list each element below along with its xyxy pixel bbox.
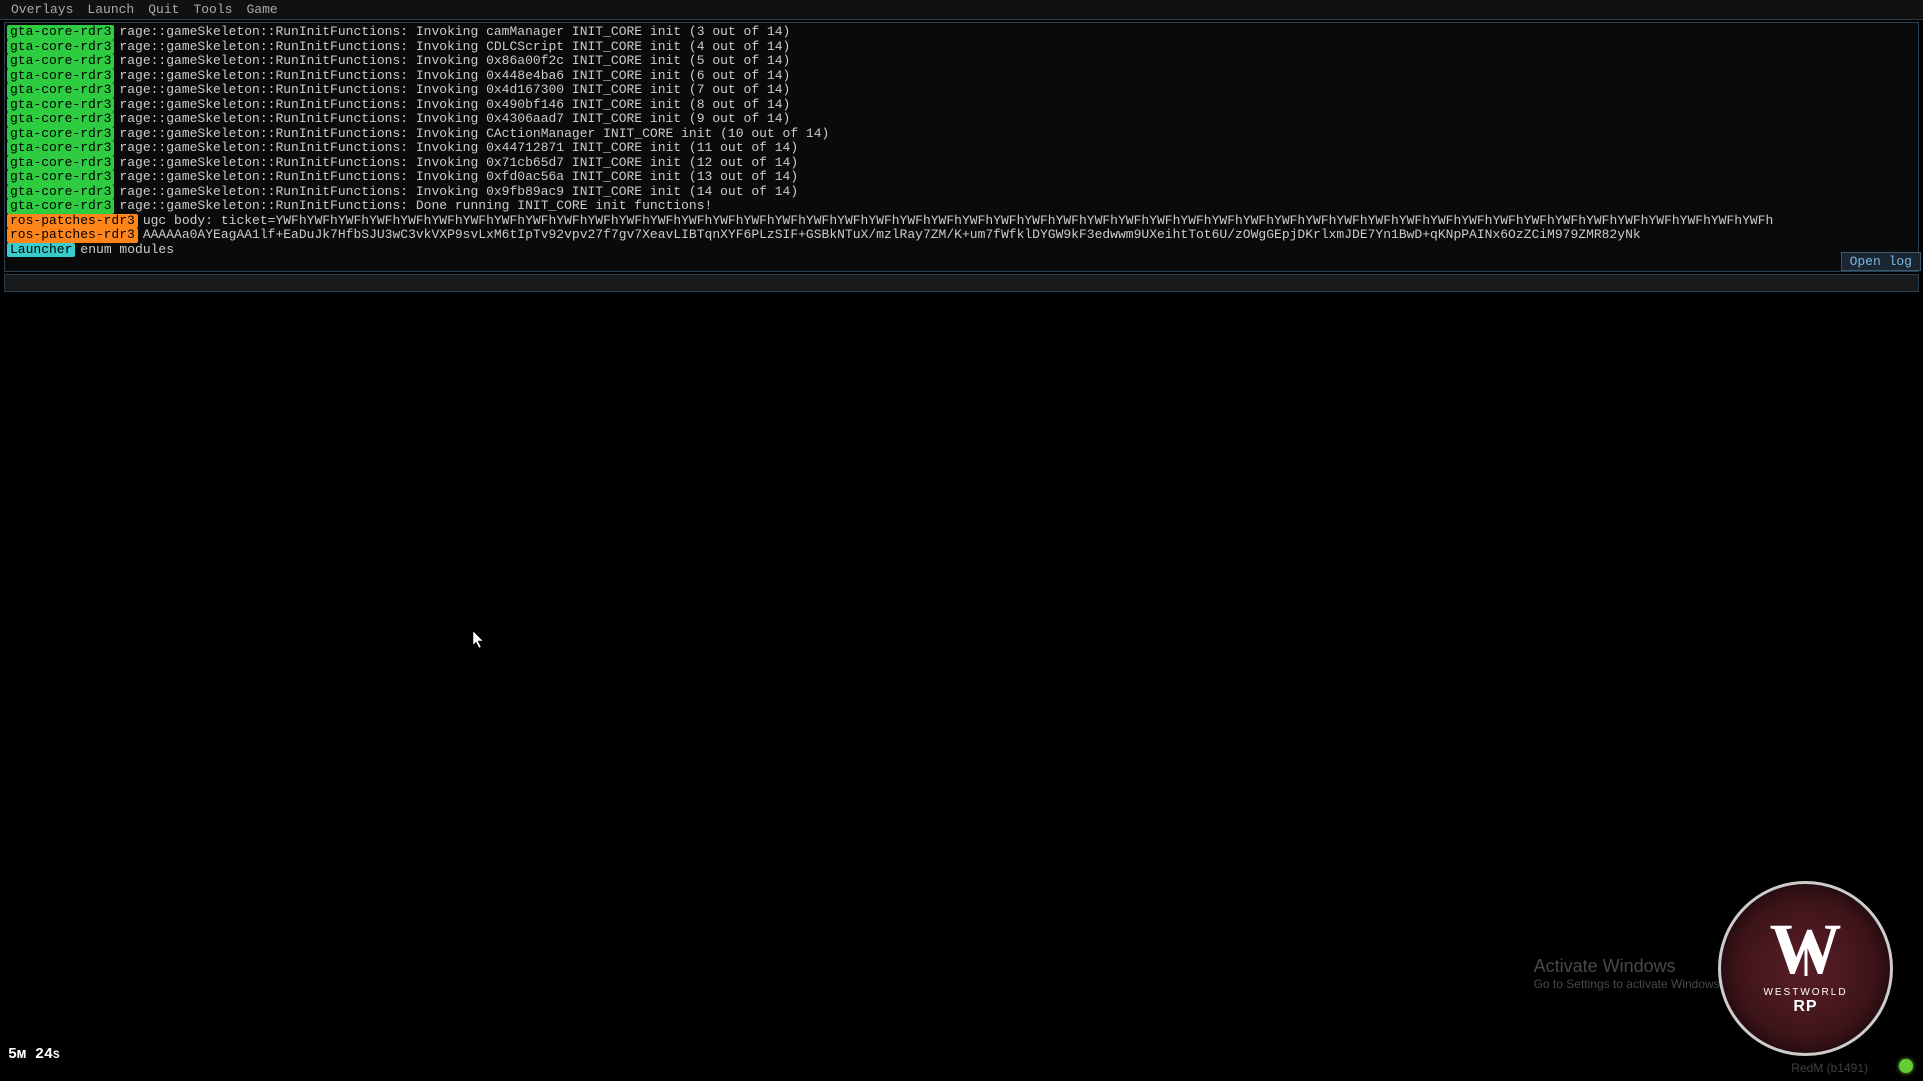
open-log-button[interactable]: Open log [1841,252,1921,271]
log-line: gta-core-rdr3 rage::gameSkeleton::RunInit… [7,69,1916,84]
log-message: ugc body: ticket=YWFhYWFhYWFhYWFhYWFhYWF… [143,214,1773,229]
log-message: rage::gameSkeleton::RunInitFunctions: In… [119,69,790,84]
log-message: rage::gameSkeleton::RunInitFunctions: In… [119,40,790,55]
console-input[interactable] [4,274,1919,292]
log-message: rage::gameSkeleton::RunInitFunctions: In… [119,83,790,98]
log-line: gta-core-rdr3 rage::gameSkeleton::RunInit… [7,170,1916,185]
logo-rp-text: RP [1793,998,1817,1016]
log-line: gta-core-rdr3 rage::gameSkeleton::RunInit… [7,54,1916,69]
log-line: gta-core-rdr3 rage::gameSkeleton::RunInit… [7,83,1916,98]
log-tag: ros-patches-rdr3 [7,214,138,229]
log-tag: Launcher [7,243,75,258]
log-tag: gta-core-rdr3 [7,54,114,69]
connection-status-icon [1899,1059,1913,1073]
log-line: ros-patches-rdr3 ugc body: ticket=YWFhYWF… [7,214,1916,229]
log-tag: gta-core-rdr3 [7,83,114,98]
windows-activation-watermark: Activate Windows Go to Settings to activ… [1534,956,1723,991]
log-message: rage::gameSkeleton::RunInitFunctions: In… [119,25,790,40]
log-line: gta-core-rdr3 rage::gameSkeleton::RunInit… [7,199,1916,214]
log-message: rage::gameSkeleton::RunInitFunctions: In… [119,98,790,113]
logo-letter: W [1770,921,1842,979]
log-line: gta-core-rdr3 rage::gameSkeleton::RunInit… [7,127,1916,142]
log-message: rage::gameSkeleton::RunInitFunctions: In… [119,185,798,200]
watermark-subtitle: Go to Settings to activate Windows. [1534,977,1723,991]
menu-overlays[interactable]: Overlays [4,2,80,17]
log-tag: gta-core-rdr3 [7,40,114,55]
log-tag: ros-patches-rdr3 [7,228,138,243]
log-line: gta-core-rdr3 rage::gameSkeleton::RunInit… [7,25,1916,40]
log-line: gta-core-rdr3 rage::gameSkeleton::RunInit… [7,112,1916,127]
log-tag: gta-core-rdr3 [7,156,114,171]
log-message: rage::gameSkeleton::RunInitFunctions: In… [119,141,798,156]
log-line: ros-patches-rdr3 AAAAAa0AYEagAA1lf+EaDuJk… [7,228,1916,243]
log-line: gta-core-rdr3 rage::gameSkeleton::RunInit… [7,98,1916,113]
log-message: rage::gameSkeleton::RunInitFunctions: In… [119,112,790,127]
log-message: AAAAAa0AYEagAA1lf+EaDuJk7HfbSJU3wC3vkVXP… [143,228,1641,243]
log-lines-container: gta-core-rdr3rage::gameSkeleton::RunInit… [5,23,1918,259]
log-tag: gta-core-rdr3 [7,69,114,84]
server-logo-badge: W WESTWORLD RP [1718,881,1893,1056]
menu-quit[interactable]: Quit [141,2,186,17]
mouse-cursor-icon [472,630,484,648]
log-message: rage::gameSkeleton::RunInitFunctions: In… [119,127,829,142]
log-tag: gta-core-rdr3 [7,112,114,127]
log-tag: gta-core-rdr3 [7,98,114,113]
log-tag: gta-core-rdr3 [7,141,114,156]
menu-game[interactable]: Game [239,2,284,17]
client-version-status: RedM (b1491) [1791,1061,1868,1075]
watermark-title: Activate Windows [1534,956,1723,977]
log-tag: gta-core-rdr3 [7,199,114,214]
log-line: gta-core-rdr3 rage::gameSkeleton::RunInit… [7,156,1916,171]
log-tag: gta-core-rdr3 [7,170,114,185]
log-message: rage::gameSkeleton::RunInitFunctions: In… [119,170,798,185]
log-tag: gta-core-rdr3 [7,185,114,200]
log-message: rage::gameSkeleton::RunInitFunctions: Do… [119,199,712,214]
log-tag: gta-core-rdr3 [7,25,114,40]
session-timer: 5ᴍ 24s [8,1046,60,1063]
menu-launch[interactable]: Launch [80,2,141,17]
log-line: gta-core-rdr3 rage::gameSkeleton::RunInit… [7,40,1916,55]
log-line: gta-core-rdr3 rage::gameSkeleton::RunInit… [7,185,1916,200]
log-panel[interactable]: gta-core-rdr3rage::gameSkeleton::RunInit… [4,22,1919,272]
log-message: enum modules [80,243,174,258]
menubar: Overlays Launch Quit Tools Game [0,0,1923,20]
log-tag: gta-core-rdr3 [7,127,114,142]
log-line: gta-core-rdr3 rage::gameSkeleton::RunInit… [7,141,1916,156]
log-message: rage::gameSkeleton::RunInitFunctions: In… [119,156,798,171]
menu-tools[interactable]: Tools [186,2,239,17]
log-line: Launcher enum modules [7,243,1916,258]
log-message: rage::gameSkeleton::RunInitFunctions: In… [119,54,790,69]
